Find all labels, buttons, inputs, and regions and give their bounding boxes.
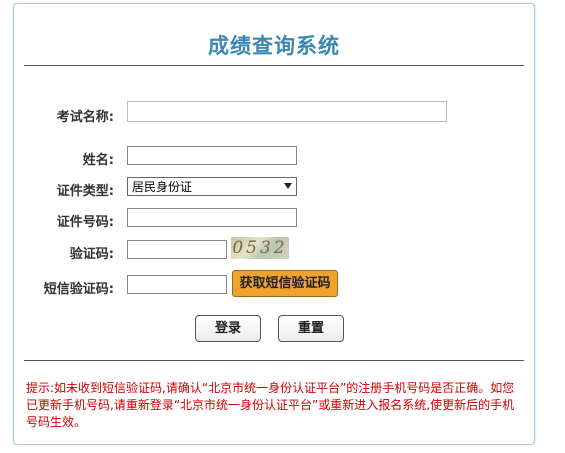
chevron-down-icon — [284, 183, 292, 189]
captcha-label: 验证码: — [69, 247, 114, 262]
id-type-select[interactable]: 居民身份证 — [127, 177, 297, 196]
sms-code-field[interactable] — [127, 275, 227, 294]
name-label: 姓名: — [82, 153, 114, 168]
id-type-selected: 居民身份证 — [132, 180, 193, 194]
query-panel: 成绩查询系统 考试名称: 姓名: 证件类型: 居民身份证 证件号码: 验证码: … — [13, 3, 535, 445]
captcha-field[interactable] — [127, 240, 227, 259]
top-divider — [24, 65, 524, 66]
bottom-divider — [24, 360, 524, 361]
get-sms-code-button[interactable]: 获取短信验证码 — [232, 270, 338, 297]
login-button[interactable]: 登录 — [195, 315, 261, 342]
exam-name-field[interactable] — [127, 101, 447, 122]
id-number-label: 证件号码: — [56, 215, 114, 230]
sms-code-label: 短信验证码: — [43, 282, 114, 297]
captcha-image[interactable]: 0532 — [231, 237, 289, 259]
name-field[interactable] — [127, 146, 297, 165]
exam-name-label: 考试名称: — [56, 110, 114, 125]
reset-button[interactable]: 重置 — [278, 315, 344, 342]
notice-text: 提示:如未收到短信验证码,请确认“北京市统一身份认证平台”的注册手机号码是否正确… — [26, 381, 515, 429]
id-number-field[interactable] — [127, 208, 297, 227]
page-title: 成绩查询系统 — [208, 34, 340, 58]
id-type-label: 证件类型: — [56, 184, 114, 199]
